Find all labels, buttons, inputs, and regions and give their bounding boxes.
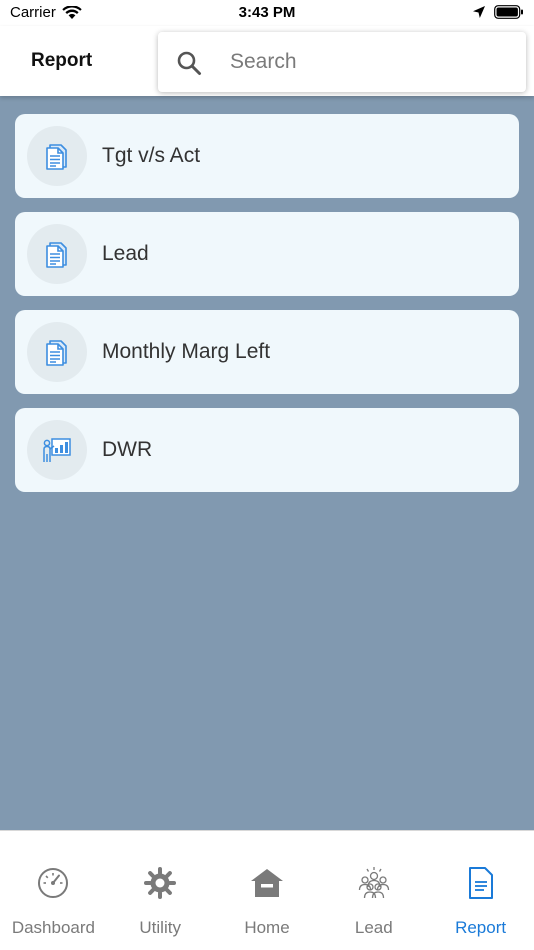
speedometer-icon: [35, 865, 71, 901]
report-icon-circle: [27, 420, 87, 480]
document-icon: [46, 242, 67, 268]
tab-label: Report: [455, 918, 507, 937]
report-item-label: DWR: [102, 438, 153, 461]
report-item-dwr[interactable]: DWR: [15, 408, 519, 492]
report-item-label: Tgt v/s Act: [102, 144, 201, 167]
status-bar: Carrier 3:43 PM: [0, 0, 534, 26]
app-header: Report: [0, 26, 534, 96]
report-list: Tgt v/s Act Lead Monthly Marg Left DWR: [15, 114, 519, 506]
presentation-chart-icon: [43, 438, 71, 462]
report-item-label: Monthly Marg Left: [102, 340, 271, 363]
tab-lead[interactable]: Lead: [320, 831, 427, 950]
tab-report[interactable]: Report: [427, 831, 534, 950]
report-item-tgt-vs-act[interactable]: Tgt v/s Act: [15, 114, 519, 198]
page-title: Report: [31, 50, 93, 71]
report-icon-circle: [27, 322, 87, 382]
tab-home[interactable]: Home: [214, 831, 321, 950]
home-icon: [249, 865, 285, 901]
tab-dashboard[interactable]: Dashboard: [0, 831, 107, 950]
location-arrow-icon: [473, 6, 485, 18]
search-input[interactable]: [230, 46, 510, 78]
search-icon[interactable]: [176, 50, 202, 76]
gear-icon: [142, 865, 178, 901]
document-icon: [46, 340, 67, 366]
document-icon: [463, 865, 499, 901]
status-time: 3:43 PM: [238, 4, 296, 21]
tab-label: Home: [244, 918, 290, 937]
tab-utility[interactable]: Utility: [107, 831, 214, 950]
report-icon-circle: [27, 126, 87, 186]
battery-icon: [494, 5, 523, 19]
report-item-monthly-marg-left[interactable]: Monthly Marg Left: [15, 310, 519, 394]
tab-label: Utility: [139, 918, 181, 937]
report-item-lead[interactable]: Lead: [15, 212, 519, 296]
status-right: [472, 5, 524, 19]
report-item-label: Lead: [102, 242, 149, 265]
bottom-tab-bar: Dashboard Utility Home Lead Report: [0, 830, 534, 950]
report-icon-circle: [27, 224, 87, 284]
people-group-icon: [356, 865, 392, 901]
tab-label: Dashboard: [11, 918, 95, 937]
document-icon: [46, 144, 67, 170]
search-bar[interactable]: [158, 32, 526, 92]
tab-label: Lead: [354, 918, 393, 937]
